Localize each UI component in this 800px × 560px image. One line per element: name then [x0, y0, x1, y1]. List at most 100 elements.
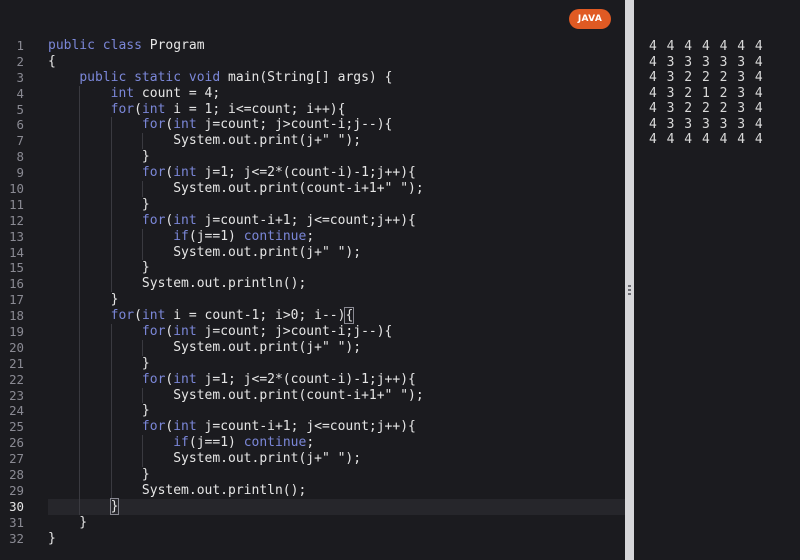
line-number: 32	[9, 530, 24, 546]
line-number: 6	[16, 117, 24, 133]
line-number: 14	[9, 244, 24, 260]
code-line[interactable]: if(j==1) continue;	[48, 228, 625, 245]
code-text: }	[48, 530, 56, 546]
line-number: 24	[9, 403, 24, 419]
output-line: 4 3 3 3 3 3 4	[649, 116, 764, 132]
code-text: }	[48, 292, 119, 308]
code-line[interactable]: {	[48, 54, 625, 70]
code-line[interactable]: for(int i = count-1; i>0; i--){	[48, 307, 625, 325]
code-line[interactable]: }	[48, 260, 625, 277]
code-text: }	[48, 467, 150, 483]
line-number: 13	[9, 228, 24, 244]
line-number: 29	[9, 482, 24, 498]
line-number: 23	[9, 387, 24, 403]
code-line-active[interactable]: }	[48, 497, 625, 515]
line-number: 11	[9, 196, 24, 212]
code-line[interactable]: System.out.print(count-i+1+" ");	[48, 181, 625, 197]
code-text: System.out.print(count-i+1+" ");	[48, 387, 424, 403]
code-line[interactable]: }	[48, 515, 625, 531]
code-line[interactable]: }	[48, 531, 625, 547]
code-text: System.out.print(j+" ");	[48, 451, 362, 467]
code-line[interactable]: for(int j=1; j<=2*(count-i)-1;j++){	[48, 165, 625, 182]
code-line[interactable]: for(int j=count; j>count-i;j--){	[48, 117, 625, 134]
code-text: }	[48, 514, 88, 530]
line-number: 25	[9, 419, 24, 435]
code-line[interactable]: int count = 4;	[48, 85, 625, 102]
code-line[interactable]: System.out.print(count-i+1+" ");	[48, 387, 625, 404]
code-line[interactable]: for(int i = 1; i<=count; i++){	[48, 101, 625, 118]
code-text: for(int i = 1; i<=count; i++){	[110, 101, 346, 117]
line-number: 15	[9, 260, 24, 276]
output-line: 4 3 2 1 2 3 4	[649, 85, 764, 101]
output-line: 4 3 2 2 2 3 4	[649, 70, 764, 85]
code-text: public static void main(String[] args) {	[79, 69, 393, 85]
line-number: 22	[9, 371, 24, 387]
code-line[interactable]: for(int j=count-i+1; j<=count;j++){	[48, 212, 625, 229]
code-line[interactable]: public class Program	[48, 38, 625, 54]
output-panel: 4 4 4 4 4 4 44 3 3 3 3 3 44 3 2 2 2 3 44…	[634, 0, 800, 560]
code-line[interactable]: }	[48, 355, 625, 372]
line-number: 7	[16, 133, 24, 149]
code-editor[interactable]: JAVA 1 2 3 4 5 6 7 8 9 10 11 12 13 14 15 16 17 18 19 20 21 22…	[0, 0, 625, 560]
code-text: System.out.print(j+" ");	[48, 133, 362, 149]
code-text: System.out.println();	[48, 482, 307, 498]
code-line[interactable]: }	[48, 196, 625, 213]
line-number: 4	[16, 85, 24, 101]
line-number: 1	[16, 38, 24, 53]
output-line: 4 3 2 2 2 3 4	[649, 101, 764, 116]
line-number: 8	[16, 149, 24, 165]
code-area[interactable]: public class Program{ public static void…	[48, 38, 625, 547]
pane-splitter[interactable]	[625, 0, 634, 560]
code-line[interactable]: System.out.print(j+" ");	[48, 133, 625, 150]
code-text: }	[48, 403, 150, 419]
output-text: 4 4 4 4 4 4 44 3 3 3 3 3 44 3 2 2 2 3 44…	[649, 39, 764, 148]
line-number: 10	[9, 181, 24, 197]
code-line[interactable]: }	[48, 292, 625, 309]
code-text: }	[109, 497, 120, 515]
code-line[interactable]: }	[48, 403, 625, 420]
line-number: 3	[16, 69, 24, 85]
line-number: 26	[9, 435, 24, 451]
line-number: 2	[16, 53, 24, 69]
code-line[interactable]: System.out.println();	[48, 276, 625, 293]
code-line[interactable]: System.out.print(j+" ");	[48, 451, 625, 468]
code-text: for(int j=count-i+1; j<=count;j++){	[141, 419, 416, 435]
code-line[interactable]: if(j==1) continue;	[48, 435, 625, 452]
code-text: }	[48, 196, 150, 212]
line-number-gutter: 1 2 3 4 5 6 7 8 9 10 11 12 13 14 15 16 17 18 19 20 21 22 23 24 2…	[0, 38, 40, 547]
code-text: }	[48, 260, 150, 276]
line-number: 27	[9, 451, 24, 467]
code-text: System.out.print(count-i+1+" ");	[48, 181, 424, 197]
language-badge: JAVA	[569, 9, 611, 29]
code-text: for(int j=1; j<=2*(count-i)-1;j++){	[141, 165, 416, 181]
code-line[interactable]: public static void main(String[] args) {	[48, 70, 625, 86]
code-line[interactable]: System.out.print(j+" ");	[48, 244, 625, 261]
line-number: 21	[9, 355, 24, 371]
line-number: 30	[9, 498, 24, 514]
code-text: }	[48, 149, 150, 165]
code-line[interactable]: for(int j=count; j>count-i;j--){	[48, 324, 625, 340]
code-line[interactable]: for(int j=count-i+1; j<=count;j++){	[48, 419, 625, 436]
code-line[interactable]: }	[48, 467, 625, 483]
splitter-grip-icon[interactable]	[628, 285, 631, 297]
line-number: 12	[9, 212, 24, 228]
code-text: for(int i = count-1; i>0; i--){	[110, 307, 355, 325]
code-text: for(int j=1; j<=2*(count-i)-1;j++){	[141, 371, 416, 387]
line-number: 16	[9, 276, 24, 292]
code-text: if(j==1) continue;	[173, 435, 315, 451]
code-text: for(int j=count; j>count-i;j--){	[141, 117, 393, 133]
code-text: int count = 4;	[110, 85, 221, 101]
code-text: for(int j=count-i+1; j<=count;j++){	[141, 212, 416, 228]
code-text: if(j==1) continue;	[173, 228, 315, 244]
code-text: System.out.println();	[48, 276, 307, 292]
code-text: }	[48, 355, 150, 371]
code-line[interactable]: }	[48, 149, 625, 166]
line-number: 19	[9, 324, 24, 340]
code-text: System.out.print(j+" ");	[48, 339, 362, 355]
output-line: 4 4 4 4 4 4 4	[649, 39, 764, 54]
code-line[interactable]: System.out.print(j+" ");	[48, 339, 625, 356]
line-number: 20	[9, 339, 24, 355]
code-line[interactable]: for(int j=1; j<=2*(count-i)-1;j++){	[48, 371, 625, 388]
line-number: 31	[9, 514, 24, 530]
code-line[interactable]: System.out.println();	[48, 482, 625, 499]
